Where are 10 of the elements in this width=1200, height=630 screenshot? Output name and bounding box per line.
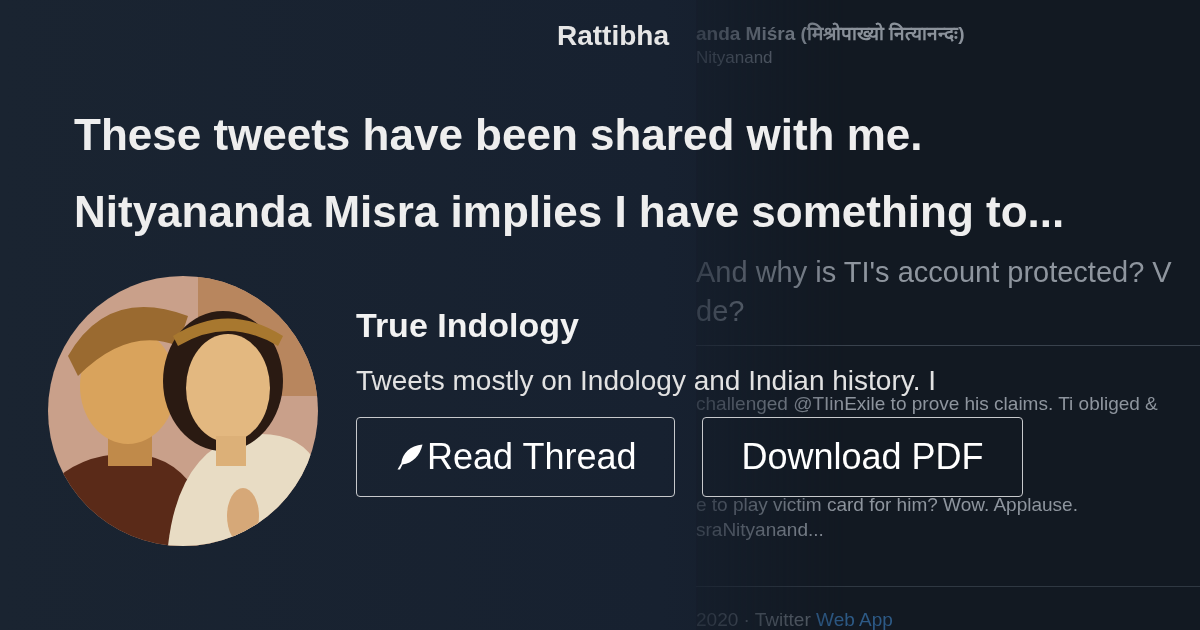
tweet-handle: Nityanand — [696, 48, 774, 68]
tweet-author: anda Miśra (मिश्रोपाख्यो नित्यानन्दः) — [696, 21, 966, 46]
profile-name: True Indology — [356, 305, 579, 345]
tweet-text: de? — [696, 294, 745, 329]
read-thread-button[interactable]: Read Thread — [356, 416, 676, 497]
download-button[interactable]: Download PDF — [702, 416, 1023, 497]
tweet-text: And why is TI's account protected? V — [696, 255, 1172, 290]
thread-title: These tweets have been shared with me. Nityananda Misra implies I have something to... — [74, 109, 1066, 238]
profile-bio: Tweets mostly on Indology and Indian history. I — [356, 364, 936, 397]
site-name: Rattibha — [557, 20, 669, 52]
